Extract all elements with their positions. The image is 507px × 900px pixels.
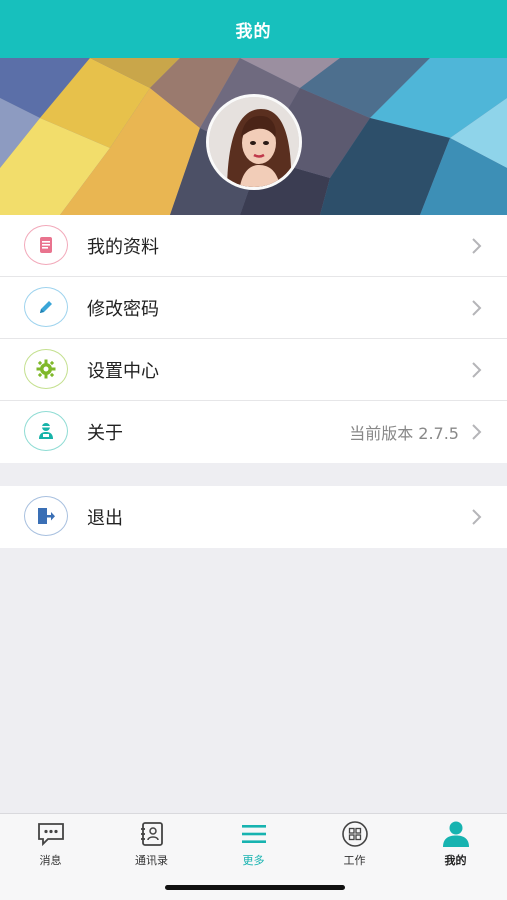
top-bar: 我的 — [0, 0, 507, 58]
tab-me[interactable]: 我的 — [405, 814, 506, 874]
settings-menu: 我的资料 修改密码 设置中心 关于 当前版本 2.7.5 — [0, 215, 507, 463]
avatar[interactable] — [206, 94, 302, 190]
profile-doc-icon — [24, 225, 68, 265]
tab-label: 通讯录 — [135, 854, 168, 867]
page-title: 我的 — [235, 21, 272, 42]
contacts-book-icon — [136, 820, 168, 848]
logout-menu: 退出 — [0, 486, 507, 548]
menu-item-profile[interactable]: 我的资料 — [0, 215, 507, 277]
chevron-right-icon — [472, 509, 482, 525]
chevron-right-icon — [472, 238, 482, 254]
chevron-right-icon — [472, 424, 482, 440]
tab-label: 更多 — [242, 854, 265, 867]
version-text: 当前版本 2.7.5 — [349, 424, 459, 443]
tab-label: 工作 — [343, 854, 366, 867]
menu-lines-icon — [238, 820, 270, 848]
menu-item-change-password[interactable]: 修改密码 — [0, 277, 507, 339]
pencil-icon — [24, 287, 68, 327]
chevron-right-icon — [472, 300, 482, 316]
tab-label: 我的 — [444, 854, 467, 867]
tab-more[interactable]: 更多 — [203, 814, 304, 874]
menu-item-logout[interactable]: 退出 — [0, 486, 507, 548]
gear-icon — [24, 349, 68, 389]
menu-item-label: 设置中心 — [87, 360, 159, 382]
tab-work[interactable]: 工作 — [304, 814, 405, 874]
chat-bubble-icon — [35, 820, 67, 848]
menu-item-settings[interactable]: 设置中心 — [0, 339, 507, 401]
home-indicator — [165, 885, 345, 890]
menu-item-label: 退出 — [87, 508, 123, 529]
chevron-right-icon — [472, 362, 482, 378]
tab-contacts[interactable]: 通讯录 — [101, 814, 202, 874]
menu-item-about[interactable]: 关于 当前版本 2.7.5 — [0, 401, 507, 463]
menu-item-label: 修改密码 — [87, 298, 159, 320]
menu-item-label: 我的资料 — [87, 236, 159, 258]
logout-door-icon — [24, 496, 68, 536]
tab-label: 消息 — [39, 854, 62, 867]
profile-banner — [0, 58, 507, 215]
tab-messages[interactable]: 消息 — [0, 814, 101, 874]
about-person-icon — [24, 411, 68, 451]
menu-item-label: 关于 — [87, 423, 123, 444]
person-icon — [440, 820, 472, 848]
grid-circle-icon — [339, 820, 371, 848]
